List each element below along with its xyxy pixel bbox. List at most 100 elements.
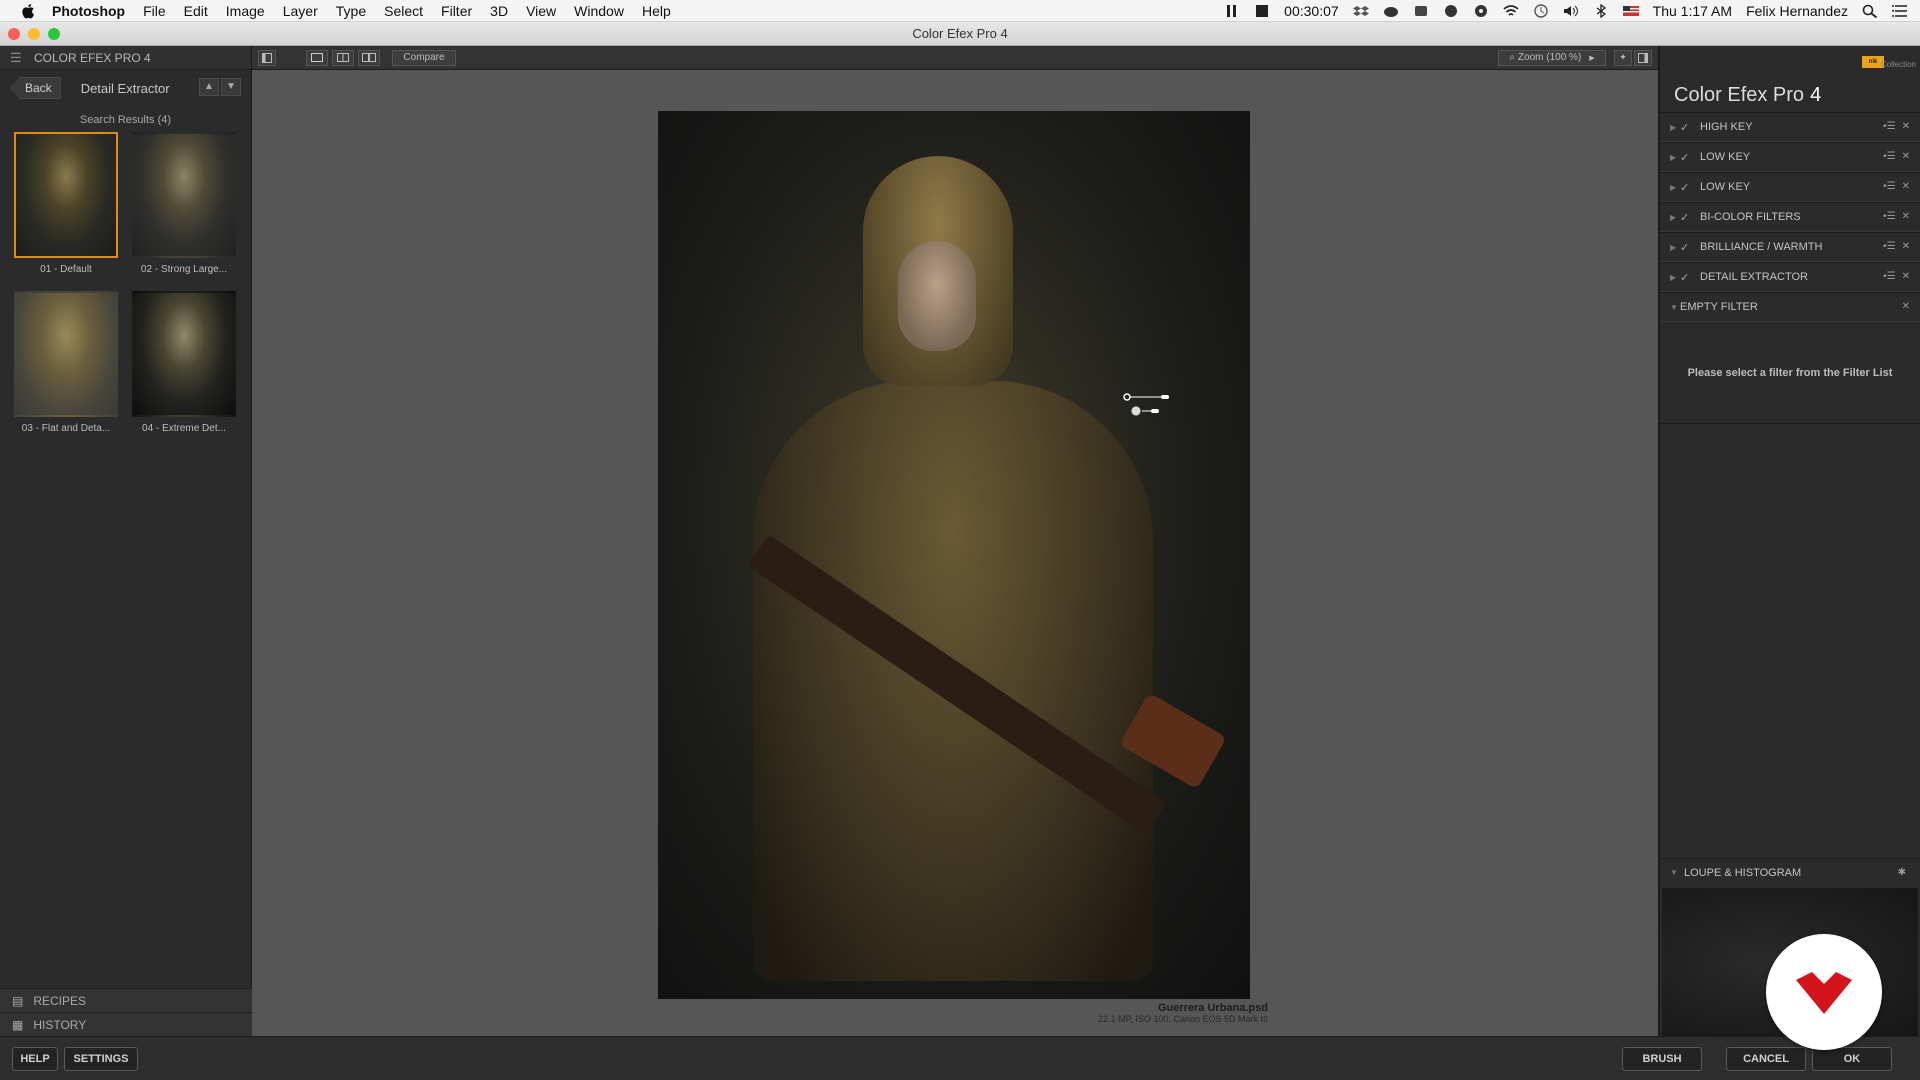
control-point[interactable]: [1122, 392, 1182, 422]
brush-button[interactable]: BRUSH: [1622, 1047, 1702, 1071]
filter-name: BRILLIANCE / WARMTH: [1700, 241, 1823, 253]
menu-filter[interactable]: Filter: [441, 3, 472, 19]
menu-select[interactable]: Select: [384, 3, 423, 19]
filter-row[interactable]: ▶ ✓ LOW KEY •☰ ✕: [1660, 142, 1920, 172]
eyedropper-button[interactable]: ✦: [1614, 49, 1632, 66]
expand-icon[interactable]: ▶: [1670, 243, 1680, 252]
filter-options-icon[interactable]: •☰: [1883, 211, 1895, 222]
expand-icon[interactable]: ▶: [1670, 153, 1680, 162]
filter-enabled-checkbox[interactable]: ✓: [1680, 271, 1694, 284]
menu-help[interactable]: Help: [642, 3, 671, 19]
filter-options-icon[interactable]: •☰: [1883, 271, 1895, 282]
product-title: Color Efex Pro 4: [1674, 84, 1821, 107]
app-menu[interactable]: Photoshop: [52, 3, 125, 19]
zoom-level: Zoom (100 %): [1517, 52, 1582, 63]
remove-filter-icon[interactable]: ✕: [1902, 151, 1910, 162]
expand-icon[interactable]: ▶: [1670, 273, 1680, 282]
filter-row[interactable]: ▶ ✓ DETAIL EXTRACTOR •☰ ✕: [1660, 262, 1920, 292]
bluetooth-icon[interactable]: [1593, 3, 1609, 19]
filter-enabled-checkbox[interactable]: ✓: [1680, 211, 1694, 224]
preset-thumbnail[interactable]: 03 - Flat and Deta...: [12, 291, 120, 434]
preset-thumbnail[interactable]: 01 - Default: [12, 132, 120, 275]
filter-options-icon[interactable]: •☰: [1883, 121, 1895, 132]
preset-preview-image[interactable]: [132, 132, 236, 258]
preset-preview-image[interactable]: [14, 132, 118, 258]
filter-row[interactable]: ▶ ✓ BI-COLOR FILTERS •☰ ✕: [1660, 202, 1920, 232]
cancel-button[interactable]: CANCEL: [1726, 1047, 1806, 1071]
back-button[interactable]: Back: [10, 77, 61, 99]
menu-view[interactable]: View: [526, 3, 556, 19]
disc-icon[interactable]: [1473, 4, 1489, 18]
panel-toggle-icon: [262, 52, 272, 63]
preset-preview-image[interactable]: [14, 291, 118, 417]
filter-row[interactable]: ▶ ✓ HIGH KEY •☰ ✕: [1660, 112, 1920, 142]
us-flag-icon[interactable]: [1622, 4, 1639, 18]
filter-row[interactable]: ▶ ✓ LOW KEY •☰ ✕: [1660, 172, 1920, 202]
preview-image[interactable]: [658, 111, 1250, 999]
remove-filter-icon[interactable]: ✕: [1902, 241, 1910, 252]
panel-toggle-icon: [1638, 52, 1648, 63]
next-filter-button[interactable]: ▼: [221, 78, 241, 96]
remove-filter-icon[interactable]: ✕: [1902, 121, 1910, 132]
creative-cloud-icon[interactable]: [1383, 4, 1399, 18]
split-view-button[interactable]: [332, 49, 354, 66]
wifi-icon[interactable]: [1503, 4, 1519, 18]
filter-options-icon[interactable]: •☰: [1883, 241, 1895, 252]
menu-file[interactable]: File: [143, 3, 166, 19]
expand-icon[interactable]: ▶: [1670, 123, 1680, 132]
loupe-histogram-header[interactable]: ▼ LOUPE & HISTOGRAM ✱: [1660, 858, 1920, 886]
filter-enabled-checkbox[interactable]: ✓: [1680, 151, 1694, 164]
volume-icon[interactable]: [1563, 4, 1579, 18]
compare-button[interactable]: Compare: [392, 49, 456, 66]
preset-thumbnail[interactable]: 04 - Extreme Det...: [130, 291, 238, 434]
dropbox-icon[interactable]: [1352, 4, 1369, 18]
spotlight-search-icon[interactable]: [1862, 4, 1878, 19]
menu-edit[interactable]: Edit: [184, 3, 208, 19]
panel-menu-icon[interactable]: ☰: [10, 50, 24, 66]
collapse-icon[interactable]: ▼: [1670, 303, 1680, 312]
preset-thumbnail[interactable]: 02 - Strong Large...: [130, 132, 238, 275]
pin-icon[interactable]: ✱: [1898, 867, 1906, 878]
menu-window[interactable]: Window: [574, 3, 624, 19]
menu-image[interactable]: Image: [226, 3, 265, 19]
remove-filter-icon[interactable]: ✕: [1902, 181, 1910, 192]
filter-enabled-checkbox[interactable]: ✓: [1680, 181, 1694, 194]
stop-icon[interactable]: [1254, 4, 1270, 18]
filter-enabled-checkbox[interactable]: ✓: [1680, 241, 1694, 254]
toggle-right-panel-button[interactable]: [1634, 49, 1652, 66]
expand-icon[interactable]: ▶: [1670, 213, 1680, 222]
history-section[interactable]: ▦ HISTORY: [0, 1012, 252, 1036]
previous-filter-button[interactable]: ▲: [199, 78, 219, 96]
preset-preview-image[interactable]: [132, 291, 236, 417]
empty-filter-row[interactable]: ▼ EMPTY FILTER ✕: [1660, 292, 1920, 322]
recipes-section[interactable]: ▤ RECIPES: [0, 988, 252, 1012]
toggle-left-panel-button[interactable]: [258, 49, 276, 66]
app-status-icon[interactable]: [1413, 4, 1429, 18]
remove-filter-icon[interactable]: ✕: [1902, 211, 1910, 222]
settings-button[interactable]: SETTINGS: [64, 1047, 138, 1071]
collapse-icon[interactable]: ▼: [1670, 868, 1684, 877]
zoom-dropdown[interactable]: ⌕ Zoom (100 %) ▶: [1498, 49, 1606, 66]
single-view-button[interactable]: [306, 49, 328, 66]
pause-icon[interactable]: [1224, 4, 1240, 18]
time-machine-icon[interactable]: [1533, 4, 1549, 18]
side-by-side-button[interactable]: [358, 49, 380, 66]
notification-center-icon[interactable]: [1892, 4, 1908, 18]
filter-options-icon[interactable]: •☰: [1883, 151, 1895, 162]
filter-enabled-checkbox[interactable]: ✓: [1680, 121, 1694, 134]
menu-layer[interactable]: Layer: [283, 3, 318, 19]
expand-icon[interactable]: ▶: [1670, 183, 1680, 192]
apple-icon[interactable]: [20, 2, 38, 20]
user-name[interactable]: Felix Hernandez: [1746, 3, 1848, 19]
filter-options-icon[interactable]: •☰: [1883, 181, 1895, 192]
drive-icon[interactable]: [1443, 4, 1459, 18]
filter-row[interactable]: ▶ ✓ BRILLIANCE / WARMTH •☰ ✕: [1660, 232, 1920, 262]
image-canvas[interactable]: Guerrera Urbana.psd 22.1 MP, ISO 100, Ca…: [252, 70, 1658, 1036]
ok-button[interactable]: OK: [1812, 1047, 1892, 1071]
clock[interactable]: Thu 1:17 AM: [1653, 3, 1732, 19]
menu-3d[interactable]: 3D: [490, 3, 508, 19]
remove-filter-icon[interactable]: ✕: [1902, 301, 1910, 312]
remove-filter-icon[interactable]: ✕: [1902, 271, 1910, 282]
help-button[interactable]: HELP: [12, 1047, 58, 1071]
menu-type[interactable]: Type: [336, 3, 366, 19]
